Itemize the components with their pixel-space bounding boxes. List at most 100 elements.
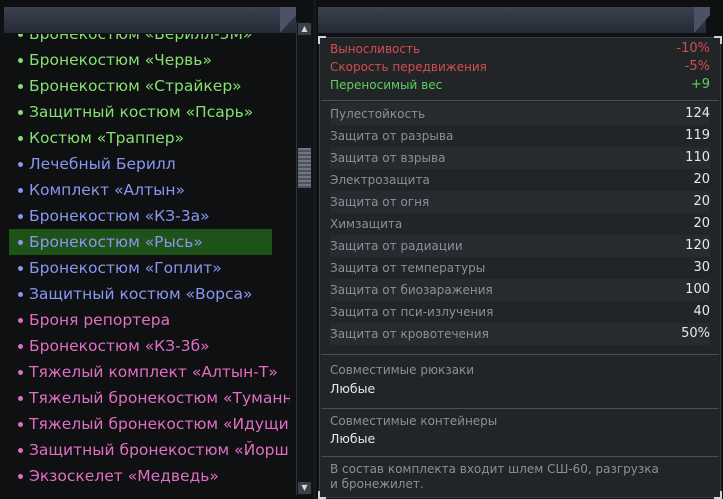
stat-label: Защита от огня <box>330 195 430 209</box>
list-item[interactable]: Бронекостюм «Берилл-5М» <box>0 34 290 47</box>
stat-label: Защита от биозаражения <box>330 283 493 297</box>
list-item[interactable]: Экзоскелет «Медведь» <box>0 463 290 489</box>
header-corner-decoration <box>694 7 710 33</box>
stat-value: 120 <box>685 238 710 253</box>
list-item-label: Экзоскелет «Медведь» <box>29 467 219 485</box>
stat-row: Защита от разрыва 119 <box>330 125 710 147</box>
bullet-icon <box>18 110 23 115</box>
modifier-label: Переносимый вес <box>330 78 443 92</box>
stat-row: Защита от биозаражения 100 <box>330 279 710 301</box>
list-item[interactable]: Бронекостюм «Червь» <box>0 47 290 73</box>
bullet-icon <box>18 474 23 479</box>
stat-label: Химзащита <box>330 217 403 231</box>
bullet-icon <box>18 448 23 453</box>
list-scrollbar[interactable]: ▲ ▼ <box>296 22 312 495</box>
list-item-label: Бронекостюм «КЗ-3б» <box>29 337 210 355</box>
list-item[interactable]: Комплект «Алтын» <box>0 177 290 203</box>
stat-value: 20 <box>693 194 710 209</box>
bullet-icon <box>18 34 23 37</box>
item-description: В состав комплекта входит шлем СШ-60, ра… <box>330 462 659 491</box>
stat-value: 100 <box>685 282 710 297</box>
list-item[interactable]: Бронекостюм «Страйкер» <box>0 73 290 99</box>
modifier-label: Выносливость <box>330 42 421 56</box>
containers-value: Любые <box>330 431 376 446</box>
list-item-label: Лечебный Берилл <box>29 155 176 173</box>
stat-label: Защита от пси-излучения <box>330 305 494 319</box>
list-item[interactable]: Тяжелый бронекостюм «Туманность» <box>0 385 290 411</box>
stat-value: 40 <box>693 304 710 319</box>
list-item-label: Тяжелый бронекостюм «Туманность» <box>29 389 290 407</box>
list-item-label: Бронекостюм «КЗ-3а» <box>29 207 210 225</box>
details-panel-header <box>318 7 706 33</box>
stat-row: Защита от радиации 120 <box>330 235 710 257</box>
stat-label: Защита от радиации <box>330 239 463 253</box>
stat-value: 30 <box>693 260 710 275</box>
list-item[interactable]: Защитный костюм «Ворса» <box>0 281 290 307</box>
armor-list: Бронекостюм «Берилл-5М» Бронекостюм «Черв… <box>0 34 290 492</box>
frame-corner <box>714 491 722 499</box>
containers-label: Совместимые контейнеры <box>330 414 498 428</box>
list-item-label: Защитный костюм «Псарь» <box>29 103 254 121</box>
stat-value: 124 <box>685 106 710 121</box>
stat-label: Защита от кровотечения <box>330 327 489 341</box>
scroll-down-arrow-icon[interactable]: ▼ <box>298 482 311 494</box>
frame-corner <box>318 36 326 44</box>
bullet-icon <box>18 240 23 245</box>
modifier-value: +9 <box>690 77 710 92</box>
list-item[interactable]: Тяжелый бронекостюм «Идущий» <box>0 411 290 437</box>
stat-value: 110 <box>685 150 710 165</box>
stat-label: Пулестойкость <box>330 107 426 121</box>
modifier-row: Скорость передвижения -5% <box>330 56 710 74</box>
list-item[interactable]: Защитный костюм «Псарь» <box>0 99 290 125</box>
backpacks-label: Совместимые рюкзаки <box>330 363 475 377</box>
stat-row: Защита от пси-излучения 40 <box>330 301 710 323</box>
bullet-icon <box>18 344 23 349</box>
list-item-label: Бронекостюм «Рысь» <box>29 233 203 251</box>
stat-label: Защита от температуры <box>330 261 486 275</box>
list-item[interactable]: Костюм «Траппер» <box>0 125 290 151</box>
scroll-up-arrow-icon[interactable]: ▲ <box>298 23 311 35</box>
list-item[interactable]: Лечебный Берилл <box>0 151 290 177</box>
stat-row: Защита от огня 20 <box>330 191 710 213</box>
stat-row: Защита от взрыва 110 <box>330 147 710 169</box>
list-item-label: Броня репортера <box>29 311 171 329</box>
bullet-icon <box>18 162 23 167</box>
bullet-icon <box>18 84 23 89</box>
header-corner-decoration <box>280 7 296 33</box>
section-divider <box>321 456 719 457</box>
bullet-icon <box>18 188 23 193</box>
list-item[interactable]: Защитный бронекостюм «Йорш» <box>0 437 290 463</box>
list-item-label: Бронекостюм «Гоплит» <box>29 259 222 277</box>
stat-label: Защита от разрыва <box>330 129 454 143</box>
list-item[interactable]: Тяжелый комплект «Алтын-Т» <box>0 359 290 385</box>
stat-row: Химзащита 20 <box>330 213 710 235</box>
list-item-label: Тяжелый бронекостюм «Идущий» <box>29 415 290 433</box>
modifier-row: Переносимый вес +9 <box>330 74 710 92</box>
stat-label: Электрозащита <box>330 173 430 187</box>
stat-row: Электрозащита 20 <box>330 169 710 191</box>
bullet-icon <box>18 58 23 63</box>
list-item[interactable]: Бронекостюм «Гоплит» <box>0 255 290 281</box>
modifier-row: Выносливость -10% <box>330 38 710 56</box>
list-item-label: Комплект «Алтын» <box>29 181 185 199</box>
list-item-label: Костюм «Траппер» <box>29 129 185 147</box>
list-item[interactable]: Бронекостюм «КЗ-3а» <box>0 203 290 229</box>
stat-value: 50% <box>681 326 710 341</box>
frame-corner <box>714 36 722 44</box>
modifier-label: Скорость передвижения <box>330 60 487 74</box>
list-item[interactable]: Бронекостюм «Рысь» <box>9 229 272 255</box>
bullet-icon <box>18 292 23 297</box>
bullet-icon <box>18 214 23 219</box>
list-item[interactable]: Бронекостюм «КЗ-3б» <box>0 333 290 359</box>
bullet-icon <box>18 266 23 271</box>
frame-corner <box>318 491 326 499</box>
item-list-panel: Бронекостюм «Берилл-5М» Бронекостюм «Черв… <box>0 0 313 499</box>
bullet-icon <box>18 422 23 427</box>
scroll-thumb[interactable] <box>298 148 311 188</box>
stat-row: Защита от кровотечения 50% <box>330 323 710 345</box>
stat-row: Пулестойкость 124 <box>330 103 710 125</box>
stat-label: Защита от взрыва <box>330 151 446 165</box>
bullet-icon <box>18 136 23 141</box>
list-item[interactable]: Броня репортера <box>0 307 290 333</box>
stats-box: Совместимые рюкзаки Любые Совместимые ко… <box>318 36 722 499</box>
